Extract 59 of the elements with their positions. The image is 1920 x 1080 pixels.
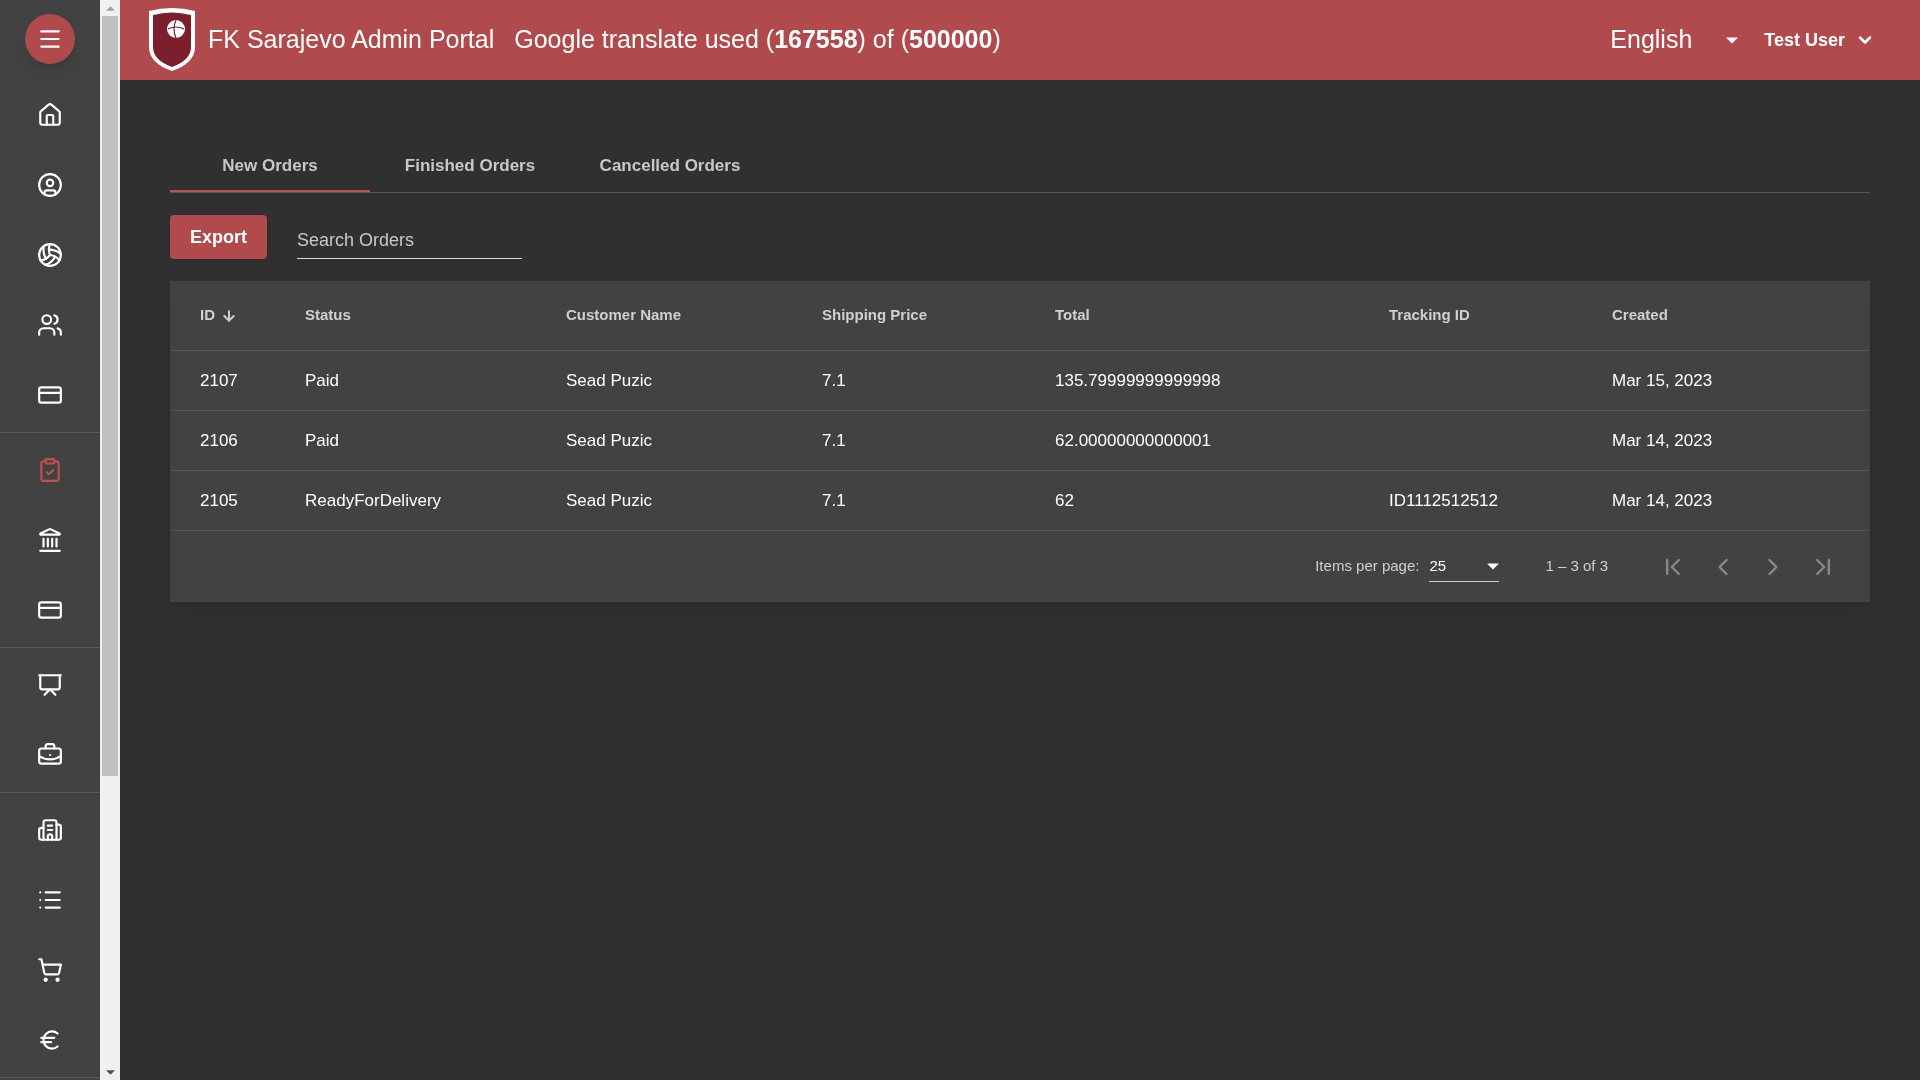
cart-icon	[37, 957, 63, 983]
page-size-select[interactable]: 25	[1429, 551, 1500, 582]
briefcase-icon	[37, 742, 63, 768]
scrollbar-thumb[interactable]	[102, 16, 118, 776]
table-cell: Sead Puzic	[566, 370, 652, 390]
table-cell: Sead Puzic	[566, 430, 652, 450]
tab[interactable]: New Orders	[170, 142, 370, 192]
table-cell: 62	[1055, 490, 1074, 510]
table-cell: 7.1	[822, 490, 846, 510]
language-select[interactable]: English	[1610, 21, 1739, 59]
bank-icon	[37, 527, 63, 553]
column-header[interactable]: Tracking ID	[1389, 304, 1470, 327]
column-header[interactable]: Customer Name	[566, 304, 682, 327]
table-cell: 135.79999999999998	[1055, 370, 1221, 390]
table-cell: 2107	[200, 370, 238, 390]
page-range: 1 – 3 of 3	[1545, 556, 1608, 577]
export-button[interactable]: Export	[170, 215, 267, 259]
column-header[interactable]: Total	[1055, 304, 1090, 327]
portal-title: FK Sarajevo Admin Portal	[208, 24, 495, 56]
column-header[interactable]: Created	[1612, 304, 1668, 327]
board-icon	[37, 672, 63, 698]
home-icon	[37, 102, 63, 128]
user-icon	[37, 172, 63, 198]
caret-icon	[1487, 562, 1500, 570]
table-cell: 7.1	[822, 430, 846, 450]
scroll-down-icon[interactable]	[105, 1069, 115, 1075]
translate-usage: Google translate used (167558) of (500000)	[514, 24, 1001, 56]
column-header[interactable]: Status	[305, 304, 351, 327]
users-icon	[37, 312, 63, 338]
table-cell: Sead Puzic	[566, 490, 652, 510]
caret-icon	[1726, 36, 1739, 44]
table-row[interactable]: 2105 ReadyForDelivery Sead Puzic 7.1 62 ID1112512512 Mar 14, 2023	[170, 471, 1870, 531]
table-cell: ReadyForDelivery	[305, 490, 442, 510]
table-cell: Mar 14, 2023	[1612, 430, 1713, 450]
items-per-page-label: Items per page:	[1315, 556, 1420, 577]
sort-arrow-icon	[221, 307, 237, 324]
ball-icon	[37, 242, 63, 268]
table-cell: Mar 15, 2023	[1612, 370, 1713, 390]
clipboard-check-icon	[37, 457, 63, 483]
tab[interactable]: Cancelled Orders	[570, 142, 770, 192]
club-crest-icon	[146, 7, 198, 73]
tab[interactable]: Finished Orders	[370, 142, 570, 192]
table-cell: ID1112512512	[1389, 490, 1499, 510]
table-row[interactable]: 2106 Paid Sead Puzic 7.1 62.00000000000001 Mar 14, 2023	[170, 411, 1870, 471]
table-cell: 7.1	[822, 370, 846, 390]
table-cell: Mar 14, 2023	[1612, 490, 1713, 510]
building-icon	[37, 817, 63, 843]
search-field[interactable]: Search Orders	[297, 223, 522, 259]
menu-button[interactable]	[25, 14, 75, 64]
table-cell: Paid	[305, 430, 340, 450]
scrollbar[interactable]	[100, 0, 120, 1080]
user-menu[interactable]: Test User	[1764, 26, 1875, 54]
column-header[interactable]: ID	[200, 304, 215, 327]
table-cell: 2106	[200, 430, 238, 450]
table-cell: Paid	[305, 370, 340, 390]
column-header[interactable]: Shipping Price	[822, 304, 927, 327]
table-row[interactable]: 2107 Paid Sead Puzic 7.1 135.79999999999998 Mar 15, 2023	[170, 351, 1870, 411]
table-cell: 62.00000000000001	[1055, 430, 1211, 450]
table-cell: 2105	[200, 490, 238, 510]
